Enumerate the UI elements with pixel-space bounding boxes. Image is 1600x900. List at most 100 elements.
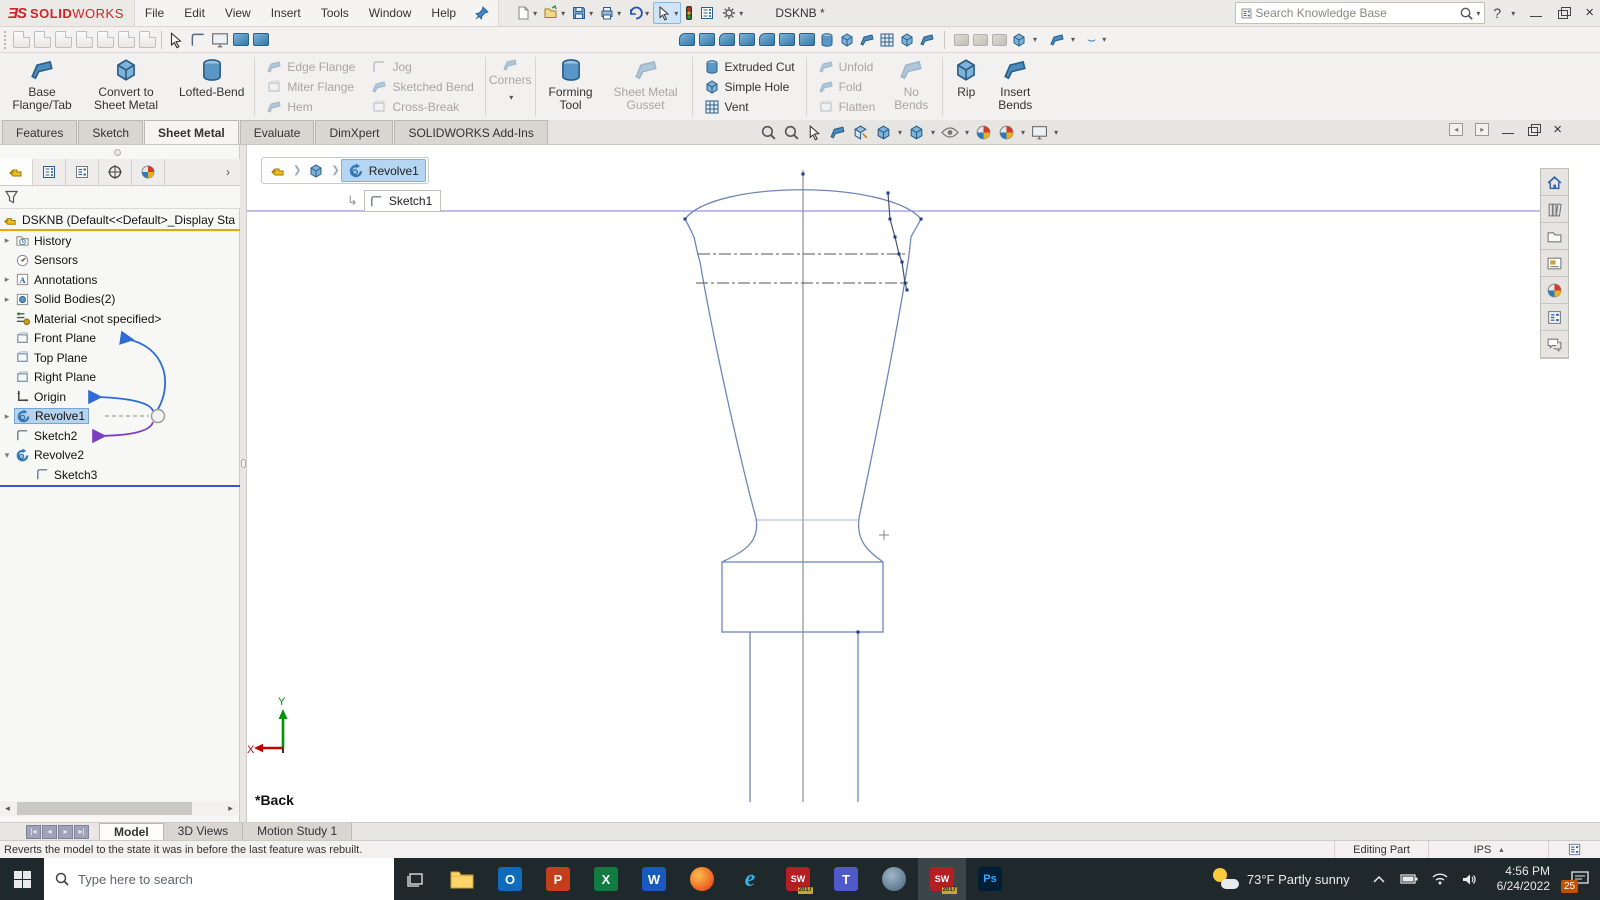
view-settings-icon[interactable] xyxy=(1031,125,1048,140)
open-document-button[interactable]: ▾ xyxy=(541,2,567,24)
panel-horizontal-scrollbar[interactable]: ◂ ▸ xyxy=(0,801,238,816)
quick-tip-icon[interactable] xyxy=(1548,841,1600,858)
knowledge-base-search-input[interactable] xyxy=(1253,5,1460,21)
menu-edit[interactable]: Edit xyxy=(174,0,215,26)
scroll-right-arrow[interactable]: ▸ xyxy=(223,803,238,814)
show-hidden-icons-chevron[interactable] xyxy=(1372,874,1386,884)
scroll-left-arrow[interactable]: ◂ xyxy=(0,803,15,814)
section-view-icon[interactable] xyxy=(852,124,869,141)
splitter-handle[interactable] xyxy=(241,459,246,468)
edit-appearance-icon[interactable] xyxy=(975,124,992,141)
speaker-icon[interactable] xyxy=(1462,873,1477,886)
panel-expand-arrow[interactable]: › xyxy=(216,159,240,185)
expand-arrow-icon[interactable]: ▸ xyxy=(0,274,14,285)
sm-quick-1-icon[interactable] xyxy=(679,33,695,46)
rip-button[interactable]: Rip xyxy=(946,53,986,120)
taskbar-teams[interactable]: T xyxy=(822,858,870,900)
view-orientation-1-icon[interactable] xyxy=(13,31,30,48)
taskbar-firefox[interactable] xyxy=(678,858,726,900)
save-button[interactable]: ▾ xyxy=(569,2,595,24)
tree-item-material[interactable]: Material <not specified> xyxy=(0,309,240,329)
taskbar-globe-app[interactable] xyxy=(870,858,918,900)
copy-settings-icon[interactable] xyxy=(233,33,249,46)
prev-tab-button[interactable]: ◂ xyxy=(42,824,57,839)
next-tab-button[interactable]: ▸ xyxy=(58,824,73,839)
menu-help[interactable]: Help xyxy=(421,0,466,26)
tab-motion-study-1[interactable]: Motion Study 1 xyxy=(243,823,353,840)
close-button[interactable]: × xyxy=(1585,5,1594,20)
taskbar-photoshop[interactable]: Ps xyxy=(966,858,1014,900)
view-orientation-icon[interactable] xyxy=(875,124,892,141)
vent-button[interactable]: Vent xyxy=(700,97,799,116)
tab-dimxpert[interactable]: DimXpert xyxy=(315,120,394,144)
displaymanager-tab[interactable] xyxy=(132,159,165,185)
tree-item-sketch3[interactable]: Sketch3 xyxy=(0,465,240,485)
sm-quick-5-icon[interactable] xyxy=(759,33,775,46)
minimize-button[interactable] xyxy=(1529,7,1543,19)
home-tab[interactable] xyxy=(1541,169,1568,196)
restore-button[interactable] xyxy=(1557,7,1572,19)
sm-quick-11-icon[interactable] xyxy=(879,32,895,48)
tree-item-origin[interactable]: Origin xyxy=(0,387,240,407)
hide-show-items-icon[interactable] xyxy=(941,126,959,139)
scrollbar-thumb[interactable] xyxy=(17,802,192,815)
tree-item-history[interactable]: ▸ History xyxy=(0,231,240,251)
view-orientation-4-icon[interactable] xyxy=(76,31,93,48)
breadcrumb-part[interactable] xyxy=(264,159,292,182)
taskbar-solidworks[interactable]: SW 2017 xyxy=(774,858,822,900)
taskbar-outlook[interactable]: O xyxy=(486,858,534,900)
sm-quick-12-icon[interactable] xyxy=(899,32,915,48)
sketch-entity-icon[interactable] xyxy=(189,31,207,49)
menu-file[interactable]: File xyxy=(135,0,174,26)
sm-quick-13-icon[interactable] xyxy=(919,32,935,48)
help-caret[interactable]: ▾ xyxy=(1511,9,1515,18)
search-icon[interactable] xyxy=(1459,6,1474,21)
wifi-icon[interactable] xyxy=(1432,873,1448,885)
doc-minimize-button[interactable] xyxy=(1501,124,1515,136)
sm-quick-4-icon[interactable] xyxy=(739,33,755,46)
undo-button[interactable]: ▾ xyxy=(625,2,651,24)
battery-icon[interactable] xyxy=(1400,873,1418,885)
expand-arrow-icon[interactable]: ▸ xyxy=(0,235,14,246)
panel-drag-handle[interactable] xyxy=(114,149,121,156)
report-list-icon[interactable] xyxy=(697,2,717,24)
dimxpertmanager-tab[interactable] xyxy=(99,159,132,185)
curve-quick-icon[interactable]: ⌣ xyxy=(1087,31,1096,48)
view-palette-tab[interactable] xyxy=(1541,250,1568,277)
lofted-bend-button[interactable]: Lofted-Bend xyxy=(172,53,251,120)
tree-item-revolve2[interactable]: ▾ Revolve2 xyxy=(0,446,240,466)
menu-insert[interactable]: Insert xyxy=(261,0,311,26)
sm-quick-8-icon[interactable] xyxy=(819,32,835,48)
simple-hole-button[interactable]: Simple Hole xyxy=(700,77,799,96)
rollback-bar[interactable] xyxy=(0,485,240,487)
sm-quick-6-icon[interactable] xyxy=(779,33,795,46)
configurationmanager-tab[interactable] xyxy=(66,159,99,185)
new-document-button[interactable]: ▾ xyxy=(513,2,539,24)
graphics-viewport[interactable]: Y X ❯ ❯ Revolve1 ↳ Sketch1 *Back xyxy=(247,145,1600,822)
view-orientation-2-icon[interactable] xyxy=(34,31,51,48)
breadcrumb-sketch[interactable]: Sketch1 xyxy=(363,190,442,212)
display-style-quick-icon[interactable] xyxy=(1011,32,1027,48)
taskbar-word[interactable]: W xyxy=(630,858,678,900)
view-orientation-7-icon[interactable] xyxy=(139,31,156,48)
sm-quick-9-icon[interactable] xyxy=(839,32,855,48)
next-pane-button[interactable]: ▸ xyxy=(1475,123,1490,136)
tab-sketch[interactable]: Sketch xyxy=(78,120,144,144)
pin-menubar-icon[interactable] xyxy=(466,5,498,21)
task-view-button[interactable] xyxy=(394,858,438,900)
tree-item-right-plane[interactable]: Right Plane xyxy=(0,368,240,388)
tab-3d-views[interactable]: 3D Views xyxy=(163,823,244,840)
action-center-button[interactable]: 25 xyxy=(1560,858,1600,900)
expand-arrow-icon[interactable]: ▸ xyxy=(0,411,14,422)
tree-item-sketch2[interactable]: Sketch2 xyxy=(0,426,240,446)
taskbar-search[interactable]: Type here to search xyxy=(44,858,394,900)
select-tool-button[interactable]: ▾ xyxy=(653,2,682,24)
tree-item-top-plane[interactable]: Top Plane xyxy=(0,348,240,368)
sm-quick-2-icon[interactable] xyxy=(699,33,715,46)
menu-view[interactable]: View xyxy=(215,0,261,26)
view-orientation-5-icon[interactable] xyxy=(97,31,114,48)
taskbar-internet-explorer[interactable]: e xyxy=(726,858,774,900)
breadcrumb-feature[interactable]: Revolve1 xyxy=(340,159,426,182)
display-style-icon[interactable] xyxy=(908,124,925,141)
doc-close-button[interactable]: × xyxy=(1553,122,1562,137)
